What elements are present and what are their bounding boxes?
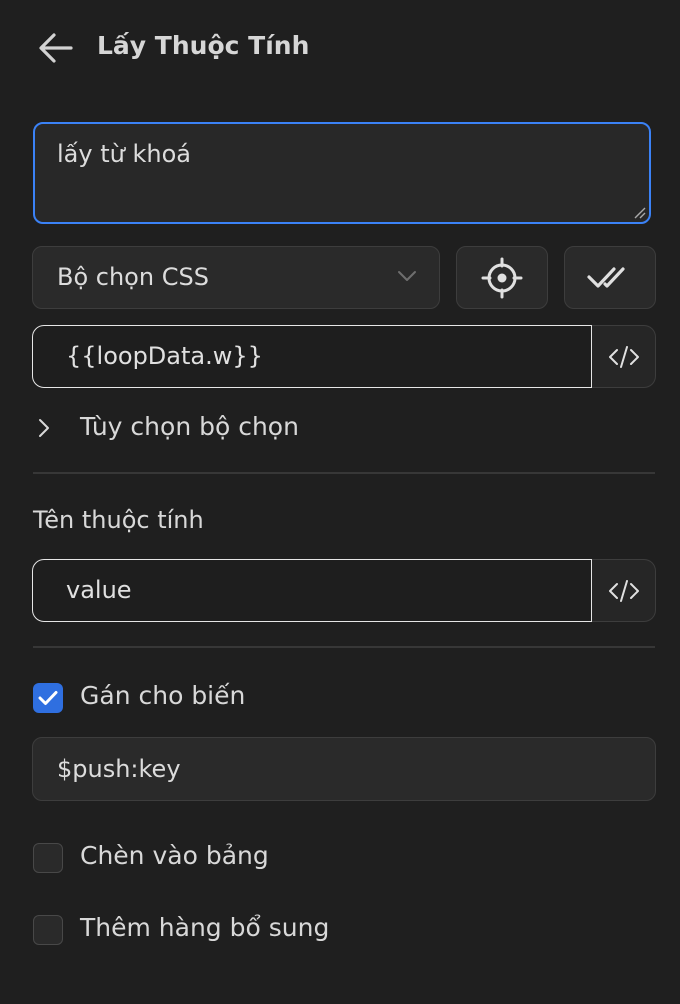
back-button[interactable] (36, 28, 76, 68)
arrow-left-icon (39, 33, 73, 63)
variable-name-input[interactable]: $push:key (32, 737, 656, 801)
description-textarea[interactable]: lấy từ khoá (33, 122, 651, 224)
insert-table-label[interactable]: Chèn vào bảng (80, 841, 269, 870)
divider (33, 472, 655, 474)
selector-code-button[interactable] (592, 325, 656, 388)
attribute-name-label: Tên thuộc tính (33, 506, 204, 534)
selector-value: {{loopData.w}} (66, 342, 263, 370)
check-icon (38, 691, 58, 705)
element-picker-button[interactable] (456, 246, 548, 309)
header: Lấy Thuộc Tính (0, 0, 680, 96)
chevron-right-icon (39, 419, 49, 437)
attribute-name-value: value (66, 576, 132, 604)
attribute-name-input[interactable]: value (32, 559, 592, 622)
crosshair-icon (481, 257, 523, 298)
double-check-icon (587, 266, 625, 288)
add-extra-row-checkbox[interactable] (33, 915, 63, 945)
attribute-input-group: value (32, 559, 656, 622)
attribute-code-button[interactable] (592, 559, 656, 622)
description-text: lấy từ khoá (57, 140, 191, 168)
selector-options-label: Tùy chọn bộ chọn (80, 412, 299, 441)
assign-variable-label[interactable]: Gán cho biến (80, 681, 245, 710)
add-extra-row-label[interactable]: Thêm hàng bổ sung (80, 913, 329, 942)
selector-input-group: {{loopData.w}} (32, 325, 656, 388)
resize-grip-icon[interactable] (632, 205, 646, 219)
chevron-down-icon (398, 271, 416, 281)
insert-table-checkbox[interactable] (33, 843, 63, 873)
divider (33, 646, 655, 648)
selector-type-select[interactable]: Bộ chọn CSS (32, 246, 440, 309)
assign-variable-checkbox[interactable] (33, 683, 63, 713)
selector-input[interactable]: {{loopData.w}} (32, 325, 592, 388)
variable-name-value: $push:key (57, 755, 181, 783)
verify-selector-button[interactable] (564, 246, 656, 309)
selector-type-value: Bộ chọn CSS (57, 263, 209, 291)
code-icon (608, 579, 639, 602)
page-title: Lấy Thuộc Tính (97, 31, 310, 60)
code-icon (608, 345, 639, 368)
